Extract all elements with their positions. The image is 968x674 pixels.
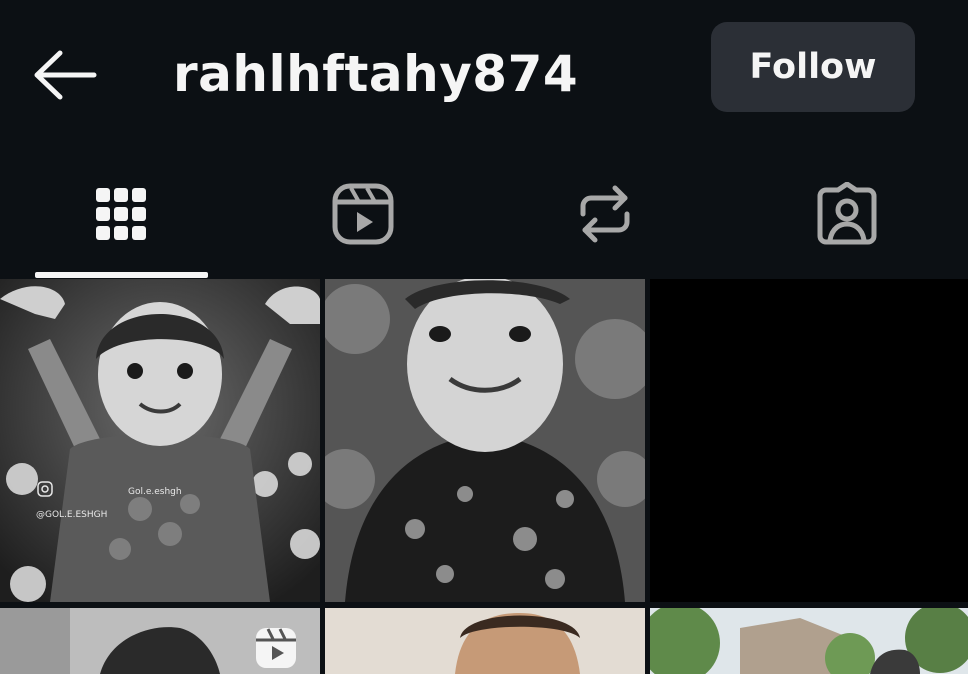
watermark-brand: Gol.e.eshgh (128, 487, 182, 497)
tagged-icon (817, 182, 877, 245)
tab-tagged[interactable] (726, 150, 968, 278)
reels-icon (332, 183, 394, 245)
profile-username: rahlhftahy874 (173, 45, 579, 103)
post-thumbnail[interactable] (325, 608, 645, 674)
profile-tabs (0, 150, 968, 278)
follow-button[interactable]: Follow (711, 22, 915, 112)
active-tab-indicator (35, 272, 208, 278)
back-button[interactable] (28, 44, 100, 106)
post-photo-child-raising-arms: @GOL.E.ESHGH Gol.e.eshgh (0, 279, 320, 602)
tab-posts[interactable] (0, 150, 242, 278)
post-photo-outdoor-trees (650, 608, 968, 674)
post-photo-child-color (325, 608, 645, 674)
tab-reels[interactable] (242, 150, 484, 278)
post-thumbnail[interactable] (0, 608, 320, 674)
tab-reposts[interactable] (484, 150, 726, 278)
posts-grid: @GOL.E.ESHGH Gol.e.eshgh (0, 279, 968, 674)
reel-badge-icon (256, 628, 296, 668)
post-thumbnail[interactable] (325, 279, 645, 602)
post-thumbnail[interactable] (650, 279, 968, 602)
post-thumbnail[interactable] (650, 608, 968, 674)
reposts-icon (580, 185, 630, 243)
grid-icon (96, 188, 146, 240)
arrow-left-icon (34, 50, 97, 100)
profile-header: rahlhftahy874 Follow (0, 0, 968, 150)
post-photo-smiling-toddler (325, 279, 645, 602)
watermark-handle: @GOL.E.ESHGH (36, 510, 107, 520)
post-thumbnail[interactable]: @GOL.E.ESHGH Gol.e.eshgh (0, 279, 320, 602)
